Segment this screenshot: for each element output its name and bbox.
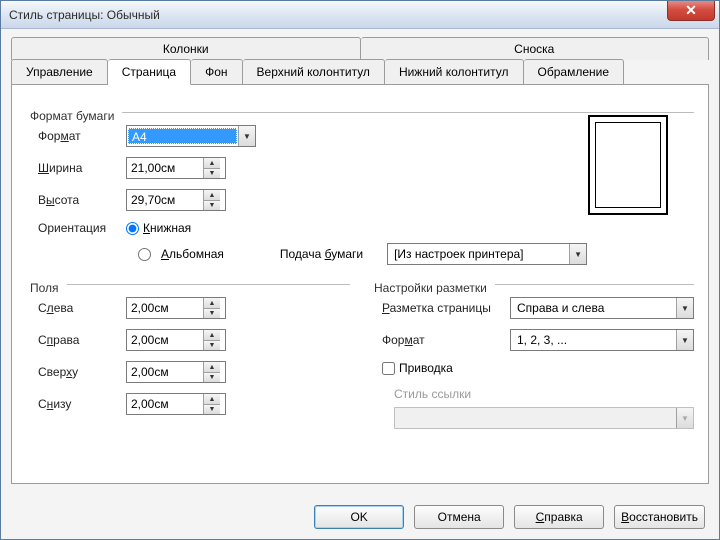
label-height: Высота [26, 193, 126, 207]
radio-portrait-label: Книжная [143, 221, 191, 235]
label-page-layout: Разметка страницы [370, 301, 510, 315]
paper-format-value: A4 [128, 128, 237, 144]
group-paper-format: Формат бумаги Формат A4 ▼ Ширина ▲ [26, 101, 694, 265]
spin-up-icon[interactable]: ▲ [203, 362, 220, 372]
spin-up-icon[interactable]: ▲ [203, 158, 220, 168]
button-bar: OK Отмена Справка Восстановить [1, 495, 719, 539]
tab-borders[interactable]: Обрамление [524, 59, 624, 85]
margin-right-spinner[interactable]: ▲▼ [126, 329, 226, 351]
label-number-format: Формат [370, 333, 510, 347]
page-layout-combo[interactable]: Справа и слева ▼ [510, 297, 694, 319]
spin-down-icon[interactable]: ▼ [203, 308, 220, 318]
tab-organizer[interactable]: Управление [11, 59, 108, 85]
chevron-down-icon[interactable]: ▼ [676, 298, 693, 318]
chevron-down-icon[interactable]: ▼ [238, 126, 255, 146]
help-button[interactable]: Справка [514, 505, 604, 529]
ok-button[interactable]: OK [314, 505, 404, 529]
reset-button[interactable]: Восстановить [614, 505, 705, 529]
group-label-margins: Поля [26, 281, 63, 295]
margin-right-input[interactable] [127, 330, 203, 350]
label-margin-right: Справа [26, 333, 126, 347]
radio-landscape[interactable] [138, 248, 151, 261]
dialog-window: Стиль страницы: Обычный ✕ Колонки Сноска… [0, 0, 720, 540]
paper-feed-combo[interactable]: [Из настроек принтера] ▼ [387, 243, 587, 265]
group-label-paper: Формат бумаги [26, 109, 118, 123]
group-layout: Настройки разметки Разметка страницы Спр… [370, 273, 694, 429]
tab-footer[interactable]: Нижний колонтитул [385, 59, 524, 85]
ref-style-combo: ▼ [394, 407, 694, 429]
page-layout-value: Справа и слева [511, 301, 676, 315]
spin-down-icon[interactable]: ▼ [203, 168, 220, 178]
paper-height-spinner[interactable]: ▲ ▼ [126, 189, 226, 211]
cancel-button[interactable]: Отмена [414, 505, 504, 529]
paper-format-combo[interactable]: A4 ▼ [126, 125, 256, 147]
label-ref-style: Стиль ссылки [370, 387, 694, 401]
window-title: Стиль страницы: Обычный [9, 8, 160, 22]
paper-width-spinner[interactable]: ▲ ▼ [126, 157, 226, 179]
spin-up-icon[interactable]: ▲ [203, 298, 220, 308]
label-orientation: Ориентация [26, 221, 126, 235]
label-width: Ширина [26, 161, 126, 175]
group-label-layout: Настройки разметки [370, 281, 491, 295]
chevron-down-icon[interactable]: ▼ [676, 330, 693, 350]
tab-background[interactable]: Фон [191, 59, 242, 85]
label-format: Формат [26, 129, 126, 143]
spin-down-icon[interactable]: ▼ [203, 404, 220, 414]
number-format-value: 1, 2, 3, ... [511, 333, 676, 347]
label-margin-left: Слева [26, 301, 126, 315]
paper-feed-value: [Из настроек принтера] [388, 247, 569, 261]
tab-header[interactable]: Верхний колонтитул [243, 59, 385, 85]
label-paper-feed: Подача бумаги [280, 247, 363, 261]
group-margins: Поля Слева ▲▼ Справа ▲ [26, 273, 350, 429]
spin-down-icon[interactable]: ▼ [203, 372, 220, 382]
tab-footnote[interactable]: Сноска [361, 37, 710, 60]
margin-left-spinner[interactable]: ▲▼ [126, 297, 226, 319]
margin-bottom-spinner[interactable]: ▲▼ [126, 393, 226, 415]
radio-portrait[interactable] [126, 222, 139, 235]
spin-down-icon[interactable]: ▼ [203, 200, 220, 210]
paper-width-input[interactable] [127, 158, 203, 178]
number-format-combo[interactable]: 1, 2, 3, ... ▼ [510, 329, 694, 351]
close-button[interactable]: ✕ [667, 1, 715, 21]
spin-down-icon[interactable]: ▼ [203, 340, 220, 350]
tabs-lower: Управление Страница Фон Верхний колонтит… [11, 59, 709, 84]
checkbox-register[interactable] [382, 362, 395, 375]
chevron-down-icon[interactable]: ▼ [569, 244, 586, 264]
content-area: Колонки Сноска Управление Страница Фон В… [1, 29, 719, 495]
radio-landscape-label: Альбомная [161, 247, 224, 261]
spin-up-icon[interactable]: ▲ [203, 190, 220, 200]
margin-left-input[interactable] [127, 298, 203, 318]
margin-top-spinner[interactable]: ▲▼ [126, 361, 226, 383]
tab-panel-page: Формат бумаги Формат A4 ▼ Ширина ▲ [11, 84, 709, 484]
paper-height-input[interactable] [127, 190, 203, 210]
tab-page[interactable]: Страница [108, 59, 191, 85]
label-margin-top: Сверху [26, 365, 126, 379]
margin-top-input[interactable] [127, 362, 203, 382]
tab-columns[interactable]: Колонки [11, 37, 361, 60]
label-register: Приводка [399, 361, 453, 375]
spin-up-icon[interactable]: ▲ [203, 394, 220, 404]
tabs-upper: Колонки Сноска [11, 37, 709, 59]
titlebar: Стиль страницы: Обычный ✕ [1, 1, 719, 29]
spin-up-icon[interactable]: ▲ [203, 330, 220, 340]
label-margin-bottom: Снизу [26, 397, 126, 411]
margin-bottom-input[interactable] [127, 394, 203, 414]
chevron-down-icon: ▼ [676, 408, 693, 428]
